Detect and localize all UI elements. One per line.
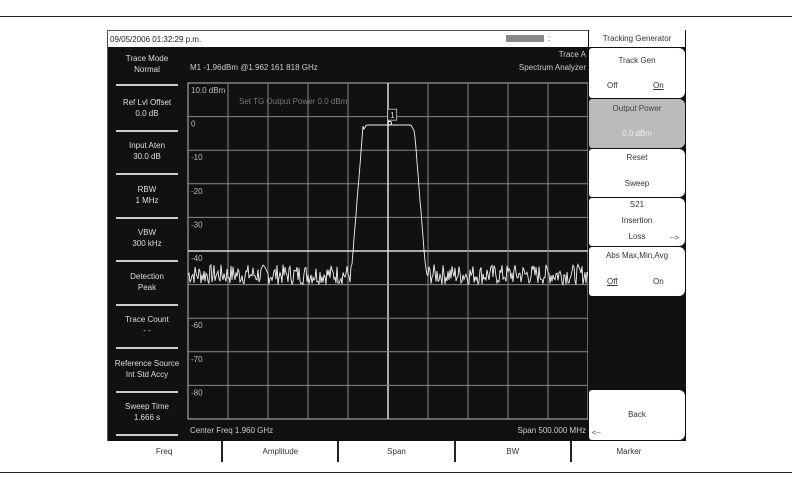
y-tick-label: -10 (191, 153, 203, 162)
separator (116, 260, 178, 262)
center-frequency: Center Freq 1.960 GHz (190, 426, 274, 435)
reset-sweep-button[interactable]: Reset Sweep (589, 149, 685, 197)
y-tick-label: -70 (191, 355, 203, 364)
output-power-label: Output Power (612, 104, 662, 113)
track-gen-label: Track Gen (618, 56, 656, 65)
separator (116, 390, 178, 393)
tab-freq[interactable]: Freq (107, 441, 224, 462)
setting-ref-lvl-offset: Ref Lvl Offset 0.0 dB (108, 97, 186, 132)
trace-label: Trace A (558, 50, 586, 59)
tab-bw[interactable]: BW (455, 441, 572, 462)
setting-value: - - (143, 326, 151, 335)
separator (116, 129, 178, 132)
insertion-label: Insertion (621, 216, 653, 225)
status-indicator: : (548, 34, 551, 43)
separator (116, 434, 178, 436)
abs-on: On (653, 277, 664, 286)
setting-reference-source: Reference Source Int Std Accy (108, 358, 186, 393)
y-tick-label: 0 (191, 120, 196, 129)
analyzer-screen: Trace A Spectrum Analyzer M1 -1.96dBm @1… (108, 47, 589, 441)
setting-title: Sweep Time (124, 402, 170, 411)
submenu-arrow-icon: --> (670, 235, 679, 242)
separator (116, 84, 178, 86)
setting-title: Ref Lvl Offset (122, 97, 172, 107)
setting-title: Input Aten (128, 141, 166, 150)
y-tick-label: -20 (191, 187, 203, 196)
setting-rbw: RBW 1 MHz (108, 184, 186, 219)
abs-max-min-avg-button[interactable]: Abs Max,Min,Avg Off On (589, 247, 685, 296)
setting-title: Trace Mode (125, 54, 169, 63)
separator (116, 173, 178, 175)
status-bar: 09/05/2006 01:32:29 p.m. : (108, 31, 588, 47)
setting-title: Trace Count (125, 315, 169, 324)
setting-value: Peak (137, 282, 157, 292)
track-gen-off: Off (607, 81, 618, 90)
setting-detection: Detection Peak (108, 271, 186, 306)
abs-label: Abs Max,Min,Avg (605, 251, 669, 260)
back-button[interactable]: Back <-- (589, 390, 685, 440)
separator (116, 303, 178, 306)
setting-value: 1.666 s (133, 413, 161, 422)
setting-title: RBW (137, 184, 157, 194)
softkey-menu: Tracking Generator Track Gen Off On Outp… (588, 30, 686, 441)
separator (116, 347, 178, 349)
datetime: 09/05/2006 01:32:29 p.m. (110, 35, 202, 44)
s21-insertion-loss-button[interactable]: S21 Insertion Loss --> (589, 198, 685, 246)
bottom-tab-bar: Freq Amplitude Span BW Marker (107, 441, 687, 462)
s21-label: S21 (629, 200, 645, 209)
back-label: Back (628, 410, 646, 419)
setting-value: Normal (134, 65, 160, 74)
track-gen-button[interactable]: Track Gen Off On (589, 48, 685, 98)
setting-vbw: VBW 300 kHz (108, 227, 186, 262)
y-tick-label: -80 (191, 388, 203, 397)
tab-marker[interactable]: Marker (571, 441, 687, 462)
battery-icon (506, 35, 544, 42)
separator (116, 216, 178, 219)
output-power-button[interactable]: Output Power 0.0 dBm (589, 99, 685, 148)
tab-span[interactable]: Span (339, 441, 456, 462)
marker-readout: M1 -1.96dBm @1.962 161 818 GHz (190, 63, 318, 72)
y-tick-label: -30 (191, 220, 203, 229)
setting-title: VBW (137, 228, 157, 237)
marker-label: 1 (390, 111, 395, 120)
page-rule-bottom (0, 472, 792, 473)
y-tick-label: -40 (191, 254, 203, 263)
output-power-value: 0.0 dBm (622, 129, 652, 138)
sweep-label: Sweep (624, 179, 650, 188)
mode-label: Spectrum Analyzer (518, 63, 586, 72)
setting-trace-mode: Trace Mode Normal (108, 53, 186, 86)
setting-value: Int Std Accy (125, 369, 169, 379)
setting-trace-count: Trace Count - - (108, 314, 186, 349)
setting-value: 30.0 dB (133, 152, 161, 161)
setting-input-aten: Input Aten 30.0 dB (108, 140, 186, 175)
menu-title: Tracking Generator (589, 30, 685, 47)
y-tick-label: 10.0 dBm (191, 86, 226, 95)
back-arrow-icon: <-- (592, 430, 601, 437)
setting-title: Reference Source (114, 358, 180, 368)
tab-amplitude[interactable]: Amplitude (223, 441, 340, 462)
setting-sweep-time: Sweep Time 1.666 s (108, 401, 186, 436)
setting-title: Detection (130, 271, 164, 281)
reset-label: Reset (626, 153, 648, 162)
tg-annotation: Set TG Output Power 0.0 dBm (239, 97, 348, 106)
setting-value: 0.0 dB (135, 108, 159, 118)
track-gen-on: On (653, 81, 664, 90)
spectrum-graph[interactable]: 10.0 dBm 0 -10 -20 -30 -40 -60 -70 -80 Set TG Out… (187, 82, 589, 420)
y-tick-label: -60 (191, 321, 203, 330)
setting-value: 300 kHz (132, 239, 162, 248)
setting-value: 1 MHz (135, 195, 159, 205)
span-label: Span 500.000 MHz (517, 426, 587, 435)
page-rule-top (0, 16, 792, 17)
abs-off: Off (607, 277, 618, 286)
